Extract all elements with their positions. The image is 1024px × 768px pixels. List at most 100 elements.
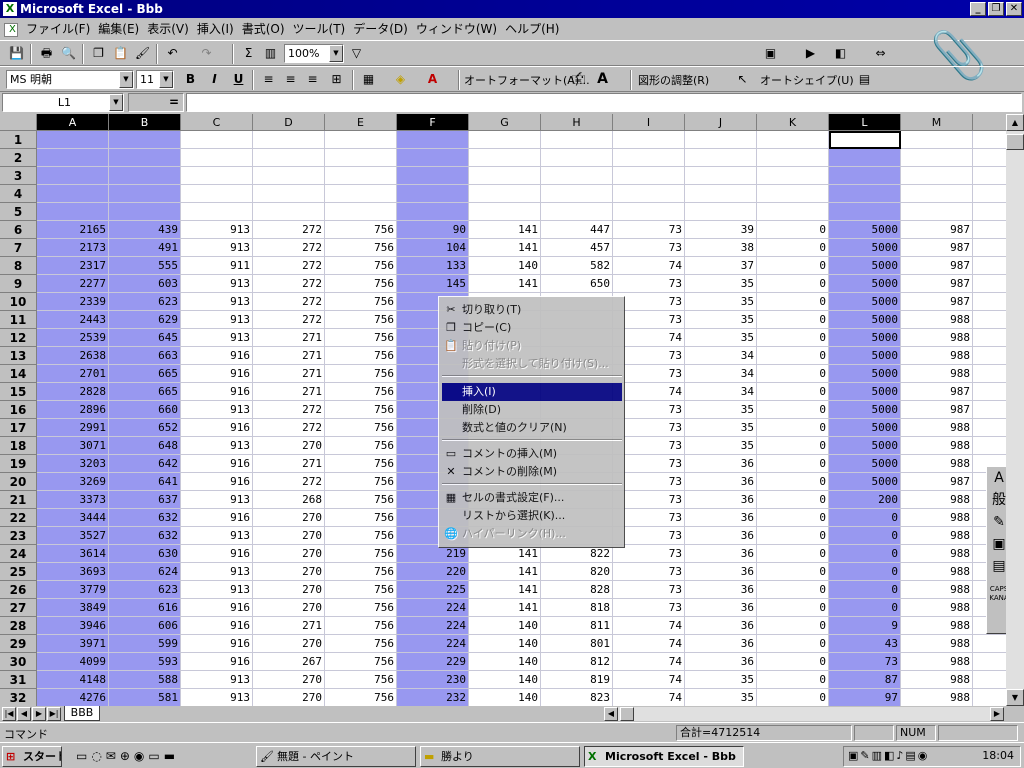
cell[interactable]: 272 <box>253 257 325 275</box>
cell[interactable] <box>829 167 901 185</box>
underline-icon[interactable]: U <box>228 70 249 89</box>
cell[interactable] <box>613 149 685 167</box>
cell[interactable]: 73 <box>613 563 685 581</box>
cell[interactable]: 3071 <box>37 437 109 455</box>
cell[interactable]: 141 <box>469 581 541 599</box>
cell[interactable]: 913 <box>181 671 253 689</box>
row-header[interactable]: 21 <box>0 491 37 509</box>
cell[interactable]: 74 <box>613 635 685 653</box>
cell[interactable]: 913 <box>181 401 253 419</box>
cell[interactable] <box>541 167 613 185</box>
last-sheet-icon[interactable]: ▶| <box>47 707 61 721</box>
cell[interactable] <box>253 149 325 167</box>
column-header-m[interactable]: M <box>901 114 973 131</box>
cell[interactable] <box>541 203 613 221</box>
cell[interactable]: 0 <box>829 581 901 599</box>
cell[interactable] <box>973 311 1006 329</box>
cell[interactable]: 35 <box>685 401 757 419</box>
row-header[interactable]: 8 <box>0 257 37 275</box>
cell[interactable]: 35 <box>685 671 757 689</box>
cell[interactable] <box>757 167 829 185</box>
cell[interactable]: 593 <box>109 653 181 671</box>
cell[interactable]: 916 <box>181 473 253 491</box>
row-header[interactable]: 30 <box>0 653 37 671</box>
cell[interactable]: 987 <box>901 383 973 401</box>
cell[interactable]: 5000 <box>829 473 901 491</box>
cell[interactable]: 267 <box>253 653 325 671</box>
cell[interactable]: 35 <box>685 689 757 706</box>
cell[interactable]: 73 <box>613 239 685 257</box>
row-header[interactable]: 13 <box>0 347 37 365</box>
cell[interactable] <box>973 203 1006 221</box>
cell[interactable]: 270 <box>253 689 325 706</box>
cell[interactable]: 140 <box>469 617 541 635</box>
cell[interactable]: 623 <box>109 581 181 599</box>
cell[interactable]: 3849 <box>37 599 109 617</box>
cell[interactable]: 2828 <box>37 383 109 401</box>
cell[interactable]: 104 <box>397 239 469 257</box>
cell[interactable] <box>181 131 253 149</box>
cell[interactable]: 220 <box>397 563 469 581</box>
cell[interactable]: 555 <box>109 257 181 275</box>
row-header[interactable]: 32 <box>0 689 37 706</box>
cell[interactable]: 642 <box>109 455 181 473</box>
cell[interactable] <box>181 149 253 167</box>
cell[interactable]: 271 <box>253 383 325 401</box>
cell[interactable]: 272 <box>253 401 325 419</box>
cell[interactable]: 2339 <box>37 293 109 311</box>
cell[interactable]: 3203 <box>37 455 109 473</box>
cell[interactable]: 5000 <box>829 239 901 257</box>
cell[interactable]: 913 <box>181 275 253 293</box>
row-header[interactable]: 15 <box>0 383 37 401</box>
sheet-tab-bbb[interactable]: BBB <box>64 706 100 721</box>
context-menu-item[interactable]: ✂ 切り取り(T) <box>442 301 622 319</box>
row-header[interactable]: 3 <box>0 167 37 185</box>
cell[interactable]: 224 <box>397 635 469 653</box>
cell[interactable]: 911 <box>181 257 253 275</box>
cell[interactable]: 988 <box>901 653 973 671</box>
cell[interactable]: 756 <box>325 509 397 527</box>
cell[interactable]: 270 <box>253 671 325 689</box>
cell[interactable]: 140 <box>469 635 541 653</box>
cell[interactable]: 913 <box>181 239 253 257</box>
cell[interactable] <box>973 275 1006 293</box>
cell[interactable]: 756 <box>325 347 397 365</box>
cell[interactable]: 913 <box>181 527 253 545</box>
cell[interactable]: 2443 <box>37 311 109 329</box>
cell[interactable]: 9 <box>829 617 901 635</box>
copy-format-icon[interactable]: 🖆 <box>568 70 589 89</box>
cell[interactable]: 224 <box>397 617 469 635</box>
cell[interactable] <box>37 149 109 167</box>
row-header[interactable]: 27 <box>0 599 37 617</box>
cell[interactable]: 988 <box>901 599 973 617</box>
cell[interactable]: 36 <box>685 653 757 671</box>
cell[interactable]: 36 <box>685 581 757 599</box>
cell[interactable] <box>901 203 973 221</box>
italic-icon[interactable]: I <box>204 70 225 89</box>
cell[interactable]: 447 <box>541 221 613 239</box>
cell[interactable]: 74 <box>613 689 685 706</box>
cell[interactable]: 0 <box>829 599 901 617</box>
cell[interactable]: 268 <box>253 491 325 509</box>
cell[interactable]: 0 <box>757 239 829 257</box>
cell[interactable]: 756 <box>325 671 397 689</box>
cell[interactable]: 0 <box>757 257 829 275</box>
cell[interactable]: 230 <box>397 671 469 689</box>
column-header-c[interactable]: C <box>181 114 253 131</box>
cell[interactable]: 34 <box>685 365 757 383</box>
cell[interactable] <box>973 689 1006 706</box>
cell[interactable] <box>325 167 397 185</box>
cell[interactable]: 270 <box>253 635 325 653</box>
font-size-select[interactable]: 11 ▼ <box>136 70 174 89</box>
cell[interactable]: 616 <box>109 599 181 617</box>
cell[interactable]: 756 <box>325 401 397 419</box>
cell[interactable] <box>829 185 901 203</box>
cell[interactable] <box>901 185 973 203</box>
autoshape-button[interactable]: オートシェイプ(U) <box>760 72 854 88</box>
cell[interactable]: 271 <box>253 455 325 473</box>
cell[interactable]: 141 <box>469 599 541 617</box>
cell[interactable]: 3971 <box>37 635 109 653</box>
cell[interactable] <box>973 635 1006 653</box>
text-size-icon[interactable]: A <box>592 70 613 89</box>
cell[interactable]: 756 <box>325 383 397 401</box>
